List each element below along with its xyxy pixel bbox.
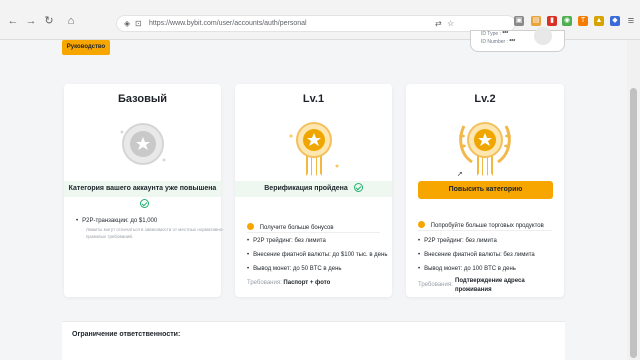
basic-bullet-1: P2P-транзакции: до $1,000 (76, 218, 157, 224)
lv1-medal-icon (289, 122, 338, 176)
lv2-bonus: Попробуйте больше торговых продуктов (418, 221, 544, 229)
id-badge-icon (534, 27, 552, 45)
lv1-status-text: Верификация пройдена (264, 185, 348, 192)
id-card: ID Type : *** ID Number : *** (470, 27, 565, 52)
lv1-bonus-text: Получите больше бонусов (259, 225, 334, 231)
top-band: Руководство ID Type : *** ID Number : **… (0, 27, 627, 84)
reload-icon[interactable]: ↻ (42, 14, 56, 28)
check-circle-icon (140, 199, 149, 208)
lv2-divider (418, 230, 552, 231)
lv2-requirements: Требования: (418, 282, 453, 288)
bookmark-star-icon[interactable]: ☆ (447, 19, 454, 28)
id-number-line: ID Number : *** (481, 39, 515, 45)
extension-red-icon[interactable]: ▮ (547, 16, 557, 26)
pocket-icon[interactable]: ▣ (514, 16, 524, 26)
lv2-bullet-2: Внесение фиатной валюты: без лимита (418, 252, 535, 258)
card-title-lv2: Lv.2 (474, 93, 496, 105)
extension-blue-icon[interactable]: ◆ (610, 16, 620, 26)
lv2-req-value-line2: проживания (455, 287, 492, 293)
lv1-status: Верификация пройдена (235, 181, 392, 197)
back-icon[interactable]: ← (6, 14, 20, 28)
card-title-lv1: Lv.1 (302, 93, 325, 105)
lv1-divider (247, 232, 380, 233)
lv2-bullet-1: P2P трейдинг: без лимита (418, 238, 497, 244)
bonus-icon (418, 221, 425, 228)
guide-button[interactable]: Руководство (62, 40, 110, 55)
address-bar[interactable]: ◈ ⊡ https://www.bybit.com/user/accounts/… (116, 15, 516, 32)
bonus-icon (247, 223, 254, 230)
basic-status: Категория вашего аккаунта уже повышена (64, 181, 221, 208)
lv2-req-label: Требования: (418, 282, 453, 288)
lv1-requirements: Требования: Паспорт + фото (247, 280, 330, 286)
lv1-bullet-3: Вывод монет: до 50 BTC в день (247, 266, 341, 272)
extension-icon[interactable]: ▤ (531, 16, 541, 26)
basic-status-text: Категория вашего аккаунта уже повышена (68, 185, 217, 192)
disclaimer-title: Ограничение ответственности: (72, 331, 181, 338)
home-icon[interactable]: ⌂ (64, 14, 78, 28)
id-number-value: *** (509, 39, 516, 45)
translate-icon[interactable]: ⇄ (435, 19, 442, 28)
mouse-cursor-icon: ➚ (457, 171, 463, 178)
lv2-req-value-line1: Подтверждение адреса (455, 278, 525, 284)
page-scrollbar[interactable] (627, 40, 640, 360)
lv2-bullet-3: Вывод монет: до 100 BTC в день (418, 266, 516, 272)
id-type-label: ID Type : (481, 31, 501, 37)
url-text[interactable]: https://www.bybit.com/user/accounts/auth… (149, 20, 307, 27)
card-lv1: Lv.1 Верификация пройдена Получите больш… (235, 84, 392, 297)
card-title-basic: Базовый (118, 93, 167, 105)
id-type-value: *** (502, 31, 509, 37)
extension-green-icon[interactable]: ◉ (562, 16, 572, 26)
disclaimer: Ограничение ответственности: (62, 321, 565, 360)
id-type-line: ID Type : *** (481, 31, 508, 37)
lock-icon[interactable]: ⊡ (135, 19, 142, 28)
extension-orange-icon[interactable]: T (578, 16, 588, 26)
lv1-req-value: Паспорт + фото (283, 280, 331, 286)
basic-note: Лимиты могут отличаться в зависимости от… (86, 227, 224, 239)
id-number-label: ID Number : (481, 39, 508, 45)
card-lv2: Lv.2 Повысить категорию Попробуйте больш… (406, 84, 564, 297)
lv1-req-label: Требования: (247, 280, 282, 286)
extension-yellow-icon[interactable]: ▲ (594, 16, 604, 26)
lv1-bonus: Получите больше бонусов (247, 223, 334, 231)
shield-icon[interactable]: ◈ (124, 19, 130, 28)
check-circle-icon (353, 183, 363, 192)
lv1-bullet-1: P2P трейдинг: без лимита (247, 238, 326, 244)
upgrade-button[interactable]: Повысить категорию (418, 181, 553, 199)
lv1-bullet-2: Внесение фиатной валюты: до $100 тыс. в … (247, 252, 387, 258)
menu-icon[interactable]: ≡ (624, 14, 638, 28)
lv2-bonus-text: Попробуйте больше торговых продуктов (430, 223, 544, 229)
forward-icon[interactable]: → (24, 14, 38, 28)
basic-medal-icon (120, 123, 165, 165)
scrollbar-thumb[interactable] (630, 88, 637, 358)
card-basic: Базовый Категория вашего аккаунта уже по… (64, 84, 224, 297)
page-content: Руководство ID Type : *** ID Number : **… (0, 27, 627, 360)
lv2-medal-icon (459, 122, 511, 176)
